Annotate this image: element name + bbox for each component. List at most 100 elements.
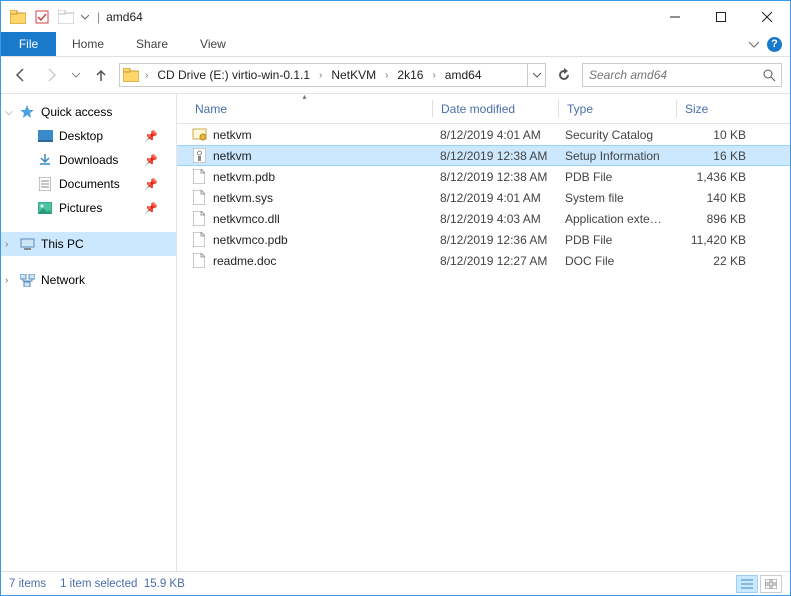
chevron-right-icon[interactable]: › <box>142 70 151 81</box>
refresh-button[interactable] <box>552 63 576 87</box>
forward-button[interactable] <box>39 63 63 87</box>
sort-ascending-icon: ▴ <box>302 92 306 101</box>
column-type[interactable]: Type <box>559 94 676 123</box>
file-tab[interactable]: File <box>1 32 56 56</box>
nav-bar: › CD Drive (E:) virtio-win-0.1.1 › NetKV… <box>1 57 790 93</box>
address-dropdown-icon[interactable] <box>527 64 545 86</box>
back-button[interactable] <box>9 63 33 87</box>
file-name: readme.doc <box>213 254 276 268</box>
file-name: netkvmco.dll <box>213 212 280 226</box>
file-size: 11,420 KB <box>674 233 754 247</box>
chevron-right-icon[interactable]: › <box>429 70 438 81</box>
file-row[interactable]: netkvm.sys8/12/2019 4:01 AMSystem file14… <box>177 187 790 208</box>
search-box[interactable] <box>582 63 782 87</box>
search-icon[interactable] <box>757 64 781 86</box>
file-row[interactable]: readme.doc 8/12/2019 12:27 AMDOC File22 K… <box>177 250 790 271</box>
breadcrumb-seg-0[interactable]: CD Drive (E:) virtio-win-0.1.1 <box>151 64 316 86</box>
maximize-button[interactable] <box>698 2 744 32</box>
folder-icon <box>7 6 29 28</box>
downloads-icon <box>37 152 53 168</box>
file-date: 8/12/2019 4:01 AM <box>432 128 557 142</box>
qat-dropdown-icon[interactable] <box>79 6 91 28</box>
title-bar: | amd64 <box>1 1 790 32</box>
sidebar-network[interactable]: › Network <box>1 268 176 292</box>
file-size: 1,436 KB <box>674 170 754 184</box>
minimize-button[interactable] <box>652 2 698 32</box>
file-date: 8/12/2019 4:01 AM <box>432 191 557 205</box>
file-row[interactable]: netkvmco.dll8/12/2019 4:03 AMApplication… <box>177 208 790 229</box>
file-row[interactable]: netkvm8/12/2019 12:38 AMSetup Informatio… <box>177 145 790 166</box>
file-date: 8/12/2019 12:27 AM <box>432 254 557 268</box>
file-type: DOC File <box>557 254 674 268</box>
file-size: 896 KB <box>674 212 754 226</box>
file-date: 8/12/2019 12:38 AM <box>432 170 557 184</box>
file-size: 140 KB <box>674 191 754 205</box>
file-type: Application extens... <box>557 212 674 226</box>
file-type: Security Catalog <box>557 128 674 142</box>
column-headers: ▴ Name Date modified Type Size <box>177 94 790 124</box>
sidebar-item-downloads[interactable]: Downloads 📌 <box>1 148 176 172</box>
column-name[interactable]: ▴ Name <box>177 94 432 123</box>
desktop-icon <box>37 128 53 144</box>
sidebar-item-label: Network <box>41 273 85 287</box>
file-row[interactable]: netkvm8/12/2019 4:01 AMSecurity Catalog1… <box>177 124 790 145</box>
sidebar-item-label: This PC <box>41 237 84 251</box>
file-icon <box>191 253 207 269</box>
sidebar-item-pictures[interactable]: Pictures 📌 <box>1 196 176 220</box>
chevron-down-icon[interactable]: ⌵ <box>5 107 13 118</box>
column-size[interactable]: Size <box>677 94 757 123</box>
sidebar-item-label: Quick access <box>41 105 112 119</box>
properties-icon[interactable] <box>31 6 53 28</box>
status-item-count: 7 items <box>9 578 46 590</box>
file-icon <box>191 232 207 248</box>
navigation-pane: ⌵ Quick access Desktop 📌 Downloads 📌 Doc… <box>1 94 177 571</box>
sidebar-item-desktop[interactable]: Desktop 📌 <box>1 124 176 148</box>
recent-dropdown-icon[interactable] <box>69 63 83 87</box>
tab-home[interactable]: Home <box>56 32 120 56</box>
network-icon <box>19 272 35 288</box>
tab-view[interactable]: View <box>184 32 242 56</box>
thumbnails-view-button[interactable] <box>760 575 782 593</box>
breadcrumb-seg-3[interactable]: amd64 <box>439 64 488 86</box>
file-name: netkvm.pdb <box>213 170 275 184</box>
column-date[interactable]: Date modified <box>433 94 558 123</box>
details-view-button[interactable] <box>736 575 758 593</box>
breadcrumb-seg-2[interactable]: 2k16 <box>391 64 429 86</box>
file-size: 10 KB <box>674 128 754 142</box>
chevron-right-icon[interactable]: › <box>382 70 391 81</box>
file-name: netkvm <box>213 149 252 163</box>
chevron-right-icon[interactable]: › <box>316 70 325 81</box>
search-input[interactable] <box>583 68 757 82</box>
star-icon <box>19 104 35 120</box>
sidebar-quick-access[interactable]: ⌵ Quick access <box>1 100 176 124</box>
ribbon-expand-icon[interactable] <box>749 39 759 49</box>
status-bar: 7 items 1 item selected 15.9 KB <box>1 571 790 595</box>
pin-icon: 📌 <box>144 154 158 167</box>
file-icon <box>191 169 207 185</box>
ribbon: File Home Share View ? <box>1 32 790 57</box>
breadcrumb-seg-1[interactable]: NetKVM <box>325 64 382 86</box>
sidebar-item-documents[interactable]: Documents 📌 <box>1 172 176 196</box>
sidebar-item-label: Pictures <box>59 201 102 215</box>
window-controls <box>652 2 790 32</box>
file-row[interactable]: netkvmco.pdb8/12/2019 12:36 AMPDB File11… <box>177 229 790 250</box>
address-bar[interactable]: › CD Drive (E:) virtio-win-0.1.1 › NetKV… <box>119 63 546 87</box>
file-type: PDB File <box>557 170 674 184</box>
new-folder-icon[interactable] <box>55 6 77 28</box>
file-size: 22 KB <box>674 254 754 268</box>
file-date: 8/12/2019 12:36 AM <box>432 233 557 247</box>
chevron-right-icon[interactable]: › <box>5 275 8 286</box>
tab-share[interactable]: Share <box>120 32 184 56</box>
up-button[interactable] <box>89 63 113 87</box>
file-rows: netkvm8/12/2019 4:01 AMSecurity Catalog1… <box>177 124 790 571</box>
title-separator: | <box>97 10 100 24</box>
file-row[interactable]: netkvm.pdb 8/12/2019 12:38 AMPDB File1,43… <box>177 166 790 187</box>
sidebar-this-pc[interactable]: › This PC <box>1 232 176 256</box>
help-icon[interactable]: ? <box>767 37 782 52</box>
documents-icon <box>37 176 53 192</box>
close-button[interactable] <box>744 2 790 32</box>
pin-icon: 📌 <box>144 130 158 143</box>
drive-icon <box>120 64 142 86</box>
file-size: 16 KB <box>674 149 754 163</box>
chevron-right-icon[interactable]: › <box>5 239 8 250</box>
